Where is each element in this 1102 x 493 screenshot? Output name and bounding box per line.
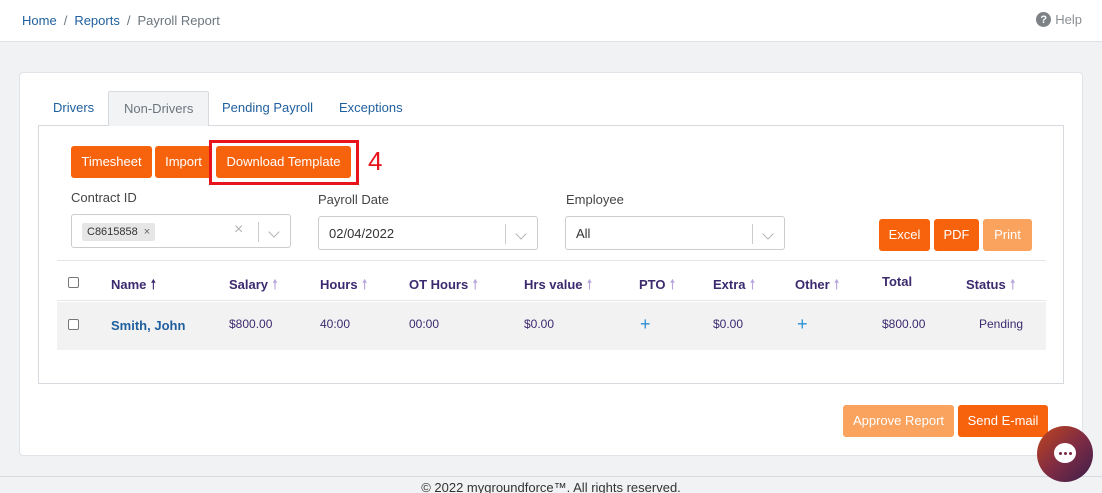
payroll-date-select[interactable]: 02/04/2022: [318, 216, 538, 250]
column-header-hrs-value[interactable]: Hrs value 🠕: [524, 274, 593, 298]
chip-remove-icon[interactable]: ×: [144, 226, 150, 238]
sort-arrow-icon: 🠕: [150, 276, 157, 292]
cell-total: $800.00: [882, 317, 926, 331]
column-header-salary[interactable]: Salary 🠕: [229, 274, 278, 298]
breadcrumb-reports[interactable]: Reports: [74, 13, 120, 28]
breadcrumb-separator: /: [126, 13, 131, 28]
tab-exceptions[interactable]: Exceptions: [324, 91, 418, 126]
column-header-pto[interactable]: PTO 🠕: [639, 274, 676, 298]
chat-launcher-button[interactable]: [1037, 426, 1093, 482]
approve-report-button[interactable]: Approve Report: [843, 405, 954, 437]
timesheet-button[interactable]: Timesheet: [71, 146, 152, 178]
breadcrumb-home[interactable]: Home: [22, 13, 57, 28]
employee-select[interactable]: All: [565, 216, 785, 250]
send-email-button[interactable]: Send E-mail: [958, 405, 1048, 437]
add-other-plus-icon[interactable]: +: [797, 314, 808, 335]
breadcrumb-current: Payroll Report: [137, 13, 220, 28]
sort-arrow-icon: 🠕: [472, 276, 479, 292]
column-header-total: Total: [882, 274, 913, 289]
cell-hrs-value: $0.00: [524, 317, 555, 331]
cell-ot-hours: 00:00: [409, 317, 440, 331]
employee-name-link[interactable]: Smith, John: [111, 318, 185, 333]
sort-arrow-icon: 🠕: [361, 276, 368, 292]
chevron-down-icon[interactable]: [268, 226, 280, 238]
contract-chip-label: C8615858: [87, 226, 138, 238]
select-all-checkbox[interactable]: [68, 277, 79, 288]
column-header-ot-hours[interactable]: OT Hours 🠕: [409, 274, 478, 298]
cell-hours: 40:00: [320, 317, 351, 331]
chat-bubble-icon: [1054, 443, 1076, 463]
contract-id-select[interactable]: C8615858 × ×: [71, 214, 291, 248]
table-row: Smith, John $800.00 40:00 00:00 $0.00 + …: [57, 302, 1046, 350]
sort-arrow-icon: 🠕: [749, 276, 756, 292]
payroll-date-value: 02/04/2022: [329, 226, 395, 241]
employee-label: Employee: [566, 192, 624, 207]
table-header: Name 🠕 Salary 🠕 Hours 🠕 OT Hours 🠕 Hrs value…: [57, 260, 1046, 301]
sort-arrow-icon: 🠕: [1009, 276, 1016, 292]
column-header-extra[interactable]: Extra 🠕: [713, 274, 756, 298]
annotation-step-number: 4: [368, 146, 383, 176]
help-link[interactable]: ? Help: [1036, 12, 1082, 27]
sort-arrow-icon: 🠕: [669, 276, 676, 292]
excel-button[interactable]: Excel: [879, 219, 930, 251]
payroll-date-label: Payroll Date: [318, 192, 389, 207]
sort-arrow-icon: 🠕: [586, 276, 593, 292]
question-circle-icon: ?: [1036, 12, 1052, 27]
chevron-down-icon[interactable]: [762, 228, 774, 240]
top-bar: Home / Reports / Payroll Report ? Help: [0, 0, 1102, 42]
tab-non-drivers[interactable]: Non-Drivers: [108, 91, 210, 126]
row-checkbox[interactable]: [68, 319, 79, 330]
cell-salary: $800.00: [229, 317, 273, 331]
annotation-highlight-box: [209, 140, 359, 185]
tab-pending-payroll[interactable]: Pending Payroll: [207, 91, 328, 126]
chat-dot: [1059, 452, 1062, 455]
copyright-text: © 2022 mygroundforce™. All rights reserv…: [421, 480, 681, 493]
contract-id-label: Contract ID: [71, 190, 137, 205]
contract-chip: C8615858 ×: [82, 223, 156, 241]
chat-dot: [1064, 452, 1067, 455]
column-header-status[interactable]: Status 🠕: [966, 274, 1016, 298]
chat-dot: [1069, 452, 1072, 455]
select-divider: [752, 224, 753, 244]
cell-status: Pending: [979, 317, 1024, 331]
help-label: Help: [1055, 12, 1082, 27]
column-header-other[interactable]: Other 🠕: [795, 274, 840, 298]
select-divider: [505, 224, 506, 244]
sort-arrow-icon: 🠕: [833, 276, 840, 292]
print-button[interactable]: Print: [983, 219, 1032, 251]
pdf-button[interactable]: PDF: [934, 219, 979, 251]
column-header-hours[interactable]: Hours 🠕: [320, 274, 368, 298]
breadcrumb: Home / Reports / Payroll Report: [22, 13, 220, 28]
tab-drivers[interactable]: Drivers: [38, 91, 109, 126]
clear-icon[interactable]: ×: [234, 221, 243, 239]
cell-extra: $0.00: [713, 317, 744, 331]
select-divider: [258, 222, 259, 242]
employee-value: All: [576, 226, 591, 241]
import-button[interactable]: Import: [155, 146, 212, 178]
add-pto-plus-icon[interactable]: +: [640, 314, 651, 335]
sort-arrow-icon: 🠕: [272, 276, 279, 292]
chevron-down-icon[interactable]: [515, 228, 527, 240]
breadcrumb-separator: /: [63, 13, 68, 28]
column-header-name[interactable]: Name 🠕: [111, 274, 156, 298]
tab-bar: Drivers Non-Drivers Pending Payroll Exce…: [38, 91, 1064, 126]
